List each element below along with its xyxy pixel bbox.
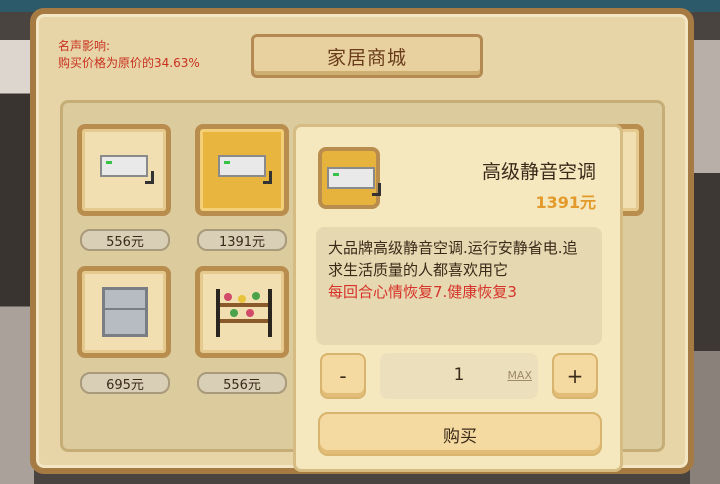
item-description: 大品牌高级静音空调.运行安静省电.追求生活质量的人都喜欢用它: [328, 239, 578, 279]
shop-item-flower-rack[interactable]: [195, 266, 289, 358]
shop-title-plate: 家居商城: [251, 34, 483, 78]
shop-item-air-conditioner-selected[interactable]: [195, 124, 289, 216]
description-box: 大品牌高级静音空调.运行安静省电.追求生活质量的人都喜欢用它 每回合心情恢复7.…: [316, 227, 602, 345]
air-conditioner-icon: [218, 155, 272, 184]
item-price: 556元: [197, 372, 287, 394]
item-price: 695元: [80, 372, 170, 394]
background-left-scene: [0, 40, 34, 484]
reputation-effect: 购买价格为原价的34.63%: [58, 56, 200, 70]
shop-title: 家居商城: [326, 46, 407, 69]
flower-rack-icon: [216, 289, 272, 337]
item-detail-popup: 高级静音空调 1391元 大品牌高级静音空调.运行安静省电.追求生活质量的人都喜…: [293, 124, 623, 472]
increase-quantity-button[interactable]: +: [552, 353, 598, 399]
buy-button[interactable]: 购买: [318, 412, 602, 456]
selected-item-icon: [318, 147, 381, 209]
refrigerator-icon: [102, 287, 148, 337]
item-effect: 每回合心情恢复7.健康恢复3: [328, 283, 517, 301]
item-detail-price: 1391元: [535, 193, 596, 212]
shop-item-air-conditioner[interactable]: [77, 124, 171, 216]
max-quantity-button[interactable]: MAX: [507, 369, 532, 382]
air-conditioner-icon: [100, 155, 154, 184]
item-name: 高级静音空调: [481, 161, 596, 183]
decrease-quantity-button[interactable]: -: [320, 353, 366, 399]
air-conditioner-icon: [327, 167, 381, 196]
item-price: 556元: [80, 229, 170, 251]
background-right-scene: [690, 40, 720, 484]
reputation-label: 名声影响:: [58, 39, 111, 53]
shop-item-refrigerator[interactable]: [77, 266, 171, 358]
item-price: 1391元: [197, 229, 287, 251]
reputation-info: 名声影响: 购买价格为原价的34.63%: [58, 38, 200, 72]
quantity-field[interactable]: 1 MAX: [380, 353, 538, 399]
